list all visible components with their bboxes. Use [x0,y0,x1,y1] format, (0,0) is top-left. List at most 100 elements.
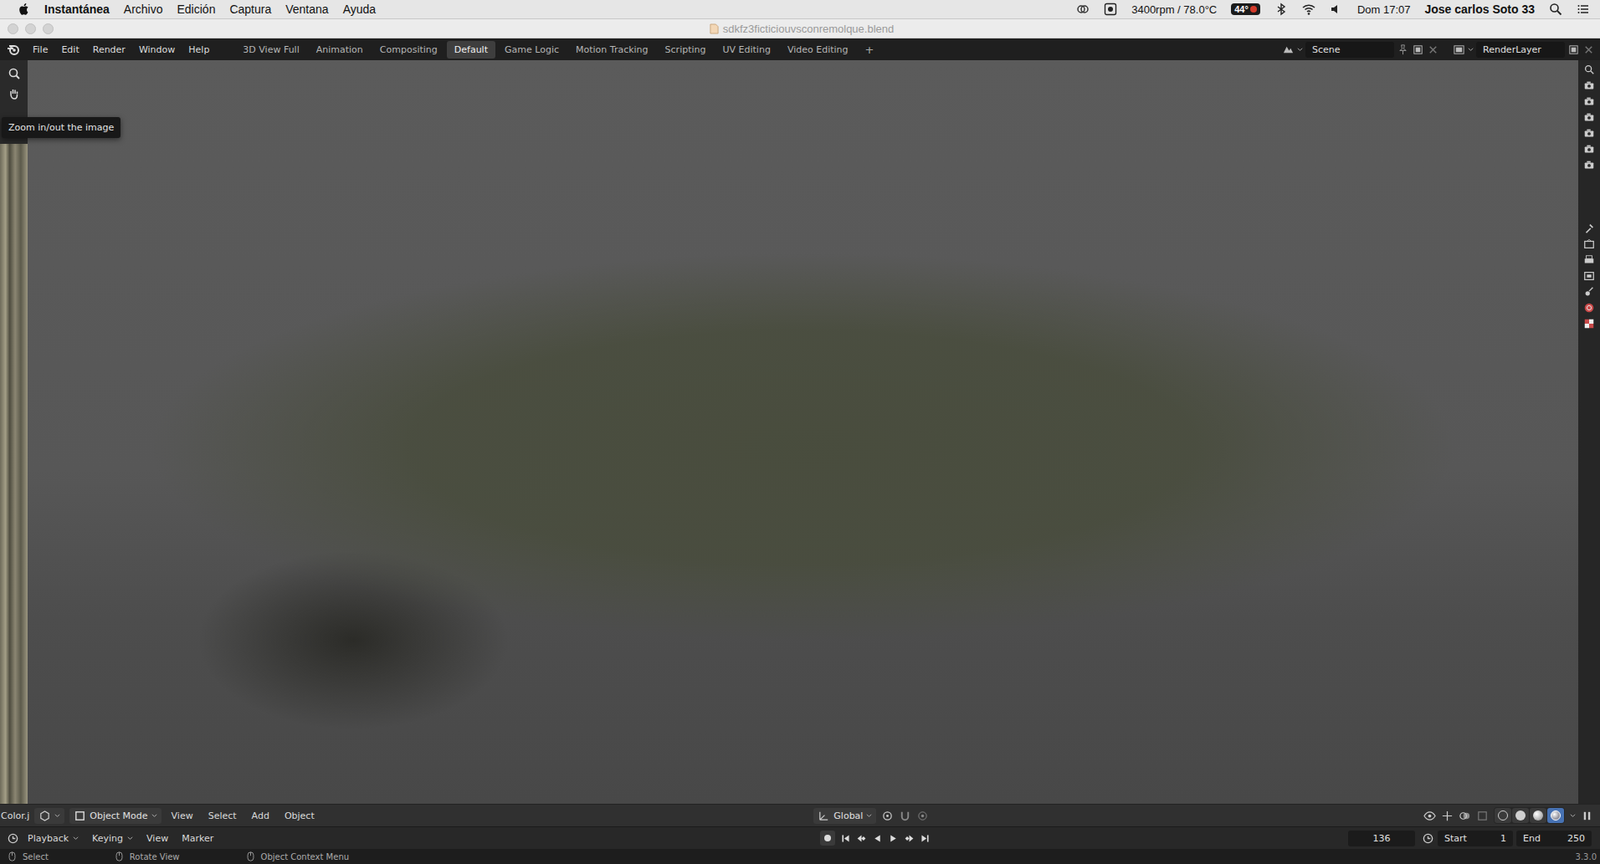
pivot-icon[interactable] [881,810,894,823]
jump-end-icon[interactable] [919,833,931,845]
bluetooth-icon[interactable] [1274,2,1288,16]
timeline-menu-item[interactable]: Keying [87,831,139,847]
cloud-icon[interactable] [1076,2,1090,16]
gizmo-icon[interactable] [1441,810,1454,823]
scene-icon[interactable] [1282,43,1295,57]
minimize-button[interactable] [25,23,36,35]
pause-icon[interactable] [1580,810,1594,823]
search-icon[interactable] [1583,63,1595,76]
shading-dropdown-icon[interactable] [1569,813,1576,820]
timeline-editor-icon[interactable] [6,832,20,846]
workspace-tab[interactable]: UV Editing [715,41,779,59]
pin-icon[interactable] [1396,43,1410,57]
blender-menu-item[interactable]: Edit [55,41,85,58]
workspace-tab[interactable]: Default [446,41,496,59]
hand-icon[interactable] [7,87,21,101]
menubar-item[interactable]: Ayuda [343,2,376,16]
scene-field[interactable]: Scene [1305,41,1395,58]
camera-icon[interactable] [1583,111,1595,124]
camera-icon[interactable] [1583,158,1595,171]
3d-viewport-render[interactable] [27,60,1579,805]
workspace-tab[interactable]: Animation [308,41,371,59]
editor-type-button[interactable] [34,808,65,825]
shading-button[interactable] [1529,808,1547,824]
orientation-dropdown[interactable]: Global [813,808,877,825]
add-workspace-button[interactable]: + [857,40,883,60]
workspace-tab[interactable]: Compositing [372,41,446,59]
temperature-badge[interactable]: 44° [1230,3,1261,16]
shading-button[interactable] [1494,808,1512,824]
blender-menu-item[interactable]: Render [87,41,132,58]
play-icon[interactable] [887,833,899,845]
copy-icon[interactable] [1567,43,1580,57]
timeline-menu-item[interactable]: Playback [22,831,84,847]
apple-icon[interactable] [18,2,31,16]
search-icon[interactable] [1548,2,1563,16]
blender-menu-item[interactable]: Help [182,41,216,58]
camera-icon[interactable] [1583,95,1595,108]
render-layer-field[interactable]: RenderLayer [1476,41,1565,58]
zoom-icon[interactable] [7,66,21,81]
close-button[interactable] [7,23,19,35]
overlays-icon[interactable] [1458,810,1472,823]
dropdown-arrow-icon[interactable] [1297,46,1303,53]
viewport-menu-item[interactable]: Object [279,809,320,824]
workspace-tab[interactable]: 3D View Full [235,41,307,59]
close-icon[interactable] [1426,43,1440,57]
mode-dropdown[interactable]: Object Mode [69,808,161,825]
shading-button[interactable] [1512,808,1529,824]
menubar-item[interactable]: Archivo [123,2,164,16]
workspace-tab[interactable]: Video Editing [779,41,857,59]
fan-icon[interactable] [1103,2,1118,16]
xray-icon[interactable] [1476,810,1489,823]
jump-start-icon[interactable] [840,833,852,845]
list-icon[interactable] [1576,2,1590,16]
menubar-item[interactable]: Captura [229,2,272,16]
play-reverse-icon[interactable] [871,833,883,845]
visibility-icon[interactable] [1423,810,1436,823]
proportional-edit-icon[interactable] [916,810,929,823]
dropdown-arrow-icon[interactable] [1467,46,1474,53]
snap-icon[interactable] [898,810,912,823]
workspace-tab[interactable]: Game Logic [497,41,567,59]
end-frame-field[interactable]: End250 [1516,830,1592,847]
workspace-tab[interactable]: Scripting [657,41,714,59]
camera-icon[interactable] [1583,79,1595,92]
app-name[interactable]: Instantánea [44,2,110,16]
view-layer-icon[interactable] [1583,270,1595,283]
camera-icon[interactable] [1583,127,1595,139]
fan-reading[interactable]: 3400rpm / 78.0°C [1131,3,1217,16]
workspace-tab[interactable]: Motion Tracking [568,41,657,59]
user-name[interactable]: Jose carlos Soto 33 [1424,2,1535,16]
viewport-menu-item[interactable]: Add [246,809,275,824]
layer-icon[interactable] [1452,43,1466,57]
output-icon[interactable] [1583,254,1595,267]
tool-icon[interactable] [1583,222,1595,235]
next-keyframe-icon[interactable] [903,833,915,845]
blender-menu-item[interactable]: Window [133,41,181,58]
menubar-item[interactable]: Ventana [285,2,329,16]
render-icon[interactable] [1583,238,1595,251]
clock-icon[interactable] [1421,832,1435,846]
timeline-menu-item[interactable]: View [141,831,174,847]
record-button[interactable] [820,830,836,847]
wifi-icon[interactable] [1302,2,1316,16]
blender-logo-icon[interactable] [6,42,21,57]
copy-icon[interactable] [1411,43,1425,57]
viewport-menu-item[interactable]: View [166,809,199,824]
current-frame-field[interactable]: 136 [1348,830,1416,847]
timeline-menu-item[interactable]: Marker [176,831,219,847]
clock[interactable]: Dom 17:07 [1357,3,1411,16]
zoom-button[interactable] [42,23,54,35]
scene-props-icon[interactable] [1583,286,1595,298]
world-icon[interactable] [1583,302,1595,314]
shading-button[interactable] [1547,808,1565,824]
viewport-menu-item[interactable]: Select [203,809,242,824]
menubar-item[interactable]: Edición [177,2,216,16]
blender-menu-item[interactable]: File [26,41,54,58]
start-frame-field[interactable]: Start1 [1437,830,1513,847]
volume-icon[interactable] [1329,2,1344,16]
texture-icon[interactable] [1583,317,1595,330]
camera-icon[interactable] [1583,143,1595,155]
prev-keyframe-icon[interactable] [856,833,867,845]
